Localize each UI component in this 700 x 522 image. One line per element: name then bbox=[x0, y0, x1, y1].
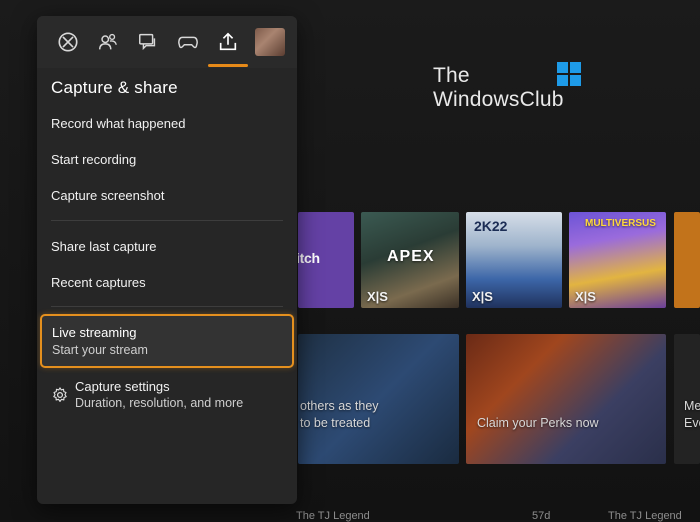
watermark-line2: WindowsClub bbox=[433, 88, 564, 111]
selected-tab-indicator bbox=[208, 64, 248, 67]
people-icon bbox=[99, 33, 117, 50]
xbox-icon bbox=[58, 32, 78, 52]
promo-tile-2[interactable]: Claim your Perks now bbox=[466, 334, 666, 464]
watermark: The WindowsClub bbox=[433, 62, 593, 118]
live-streaming-button[interactable]: Live streaming Start your stream bbox=[40, 314, 294, 368]
capture-settings-subtitle: Duration, resolution, and more bbox=[75, 396, 244, 410]
share-upload-icon bbox=[219, 32, 237, 51]
promo-3-line1: Me bbox=[684, 399, 700, 413]
tab-people[interactable] bbox=[95, 29, 121, 55]
tile-twitch-label: itch bbox=[298, 250, 320, 266]
tile-partial[interactable] bbox=[674, 212, 700, 308]
messages-icon bbox=[139, 33, 156, 51]
promo-2-line1: Claim your Perks now bbox=[477, 416, 599, 430]
menu-item-share-last-capture[interactable]: Share last capture bbox=[51, 239, 157, 254]
friend-activity-name: The TJ Legend bbox=[296, 510, 370, 522]
promo-1-line1: others as they bbox=[300, 399, 379, 413]
tile-apex-label: APEX bbox=[387, 248, 435, 265]
xs-badge: X|S bbox=[472, 289, 493, 304]
menu-item-recent-captures[interactable]: Recent captures bbox=[51, 275, 146, 290]
friend-activity-name: The TJ Legend bbox=[608, 510, 682, 522]
tile-apex[interactable]: APEX X|S bbox=[361, 212, 459, 308]
profile-avatar[interactable] bbox=[255, 28, 285, 56]
guide-panel: Capture & share Record what happened Sta… bbox=[37, 16, 297, 504]
tile-multiversus-label: MULTIVERSUS bbox=[585, 218, 656, 229]
tile-multiversus[interactable]: MULTIVERSUS X|S bbox=[569, 212, 666, 308]
watermark-line1: The bbox=[433, 64, 470, 87]
xs-badge: X|S bbox=[367, 289, 388, 304]
divider bbox=[51, 220, 283, 221]
capture-settings-title[interactable]: Capture settings bbox=[75, 379, 170, 394]
guide-tab-bar bbox=[37, 16, 297, 68]
promo-tile-3[interactable]: Me Eve bbox=[674, 334, 700, 464]
gear-icon bbox=[53, 387, 67, 402]
tab-messages[interactable] bbox=[135, 29, 161, 55]
menu-item-capture-screenshot[interactable]: Capture screenshot bbox=[51, 188, 164, 203]
tab-controller[interactable] bbox=[175, 29, 201, 55]
tile-2k22-label: 2K22 bbox=[474, 218, 508, 234]
friend-activity-time: 57d bbox=[532, 510, 551, 522]
windows-logo-icon bbox=[557, 62, 581, 86]
tile-2k22[interactable]: 2K22 X|S bbox=[466, 212, 562, 308]
promo-1-line2: to be treated bbox=[300, 416, 371, 430]
live-streaming-subtitle: Start your stream bbox=[52, 343, 148, 357]
controller-icon bbox=[178, 36, 198, 49]
promo-3-line2: Eve bbox=[684, 416, 700, 430]
xs-badge: X|S bbox=[575, 289, 596, 304]
page-title: Capture & share bbox=[51, 78, 178, 97]
menu-item-start-recording[interactable]: Start recording bbox=[51, 152, 136, 167]
divider bbox=[51, 306, 283, 307]
tab-capture-share[interactable] bbox=[215, 29, 241, 55]
tile-twitch[interactable]: itch bbox=[298, 212, 354, 308]
menu-item-record-what-happened[interactable]: Record what happened bbox=[51, 116, 185, 131]
promo-tile-1[interactable]: others as they to be treated bbox=[298, 334, 459, 464]
tab-home[interactable] bbox=[55, 29, 81, 55]
live-streaming-title: Live streaming bbox=[52, 325, 137, 340]
